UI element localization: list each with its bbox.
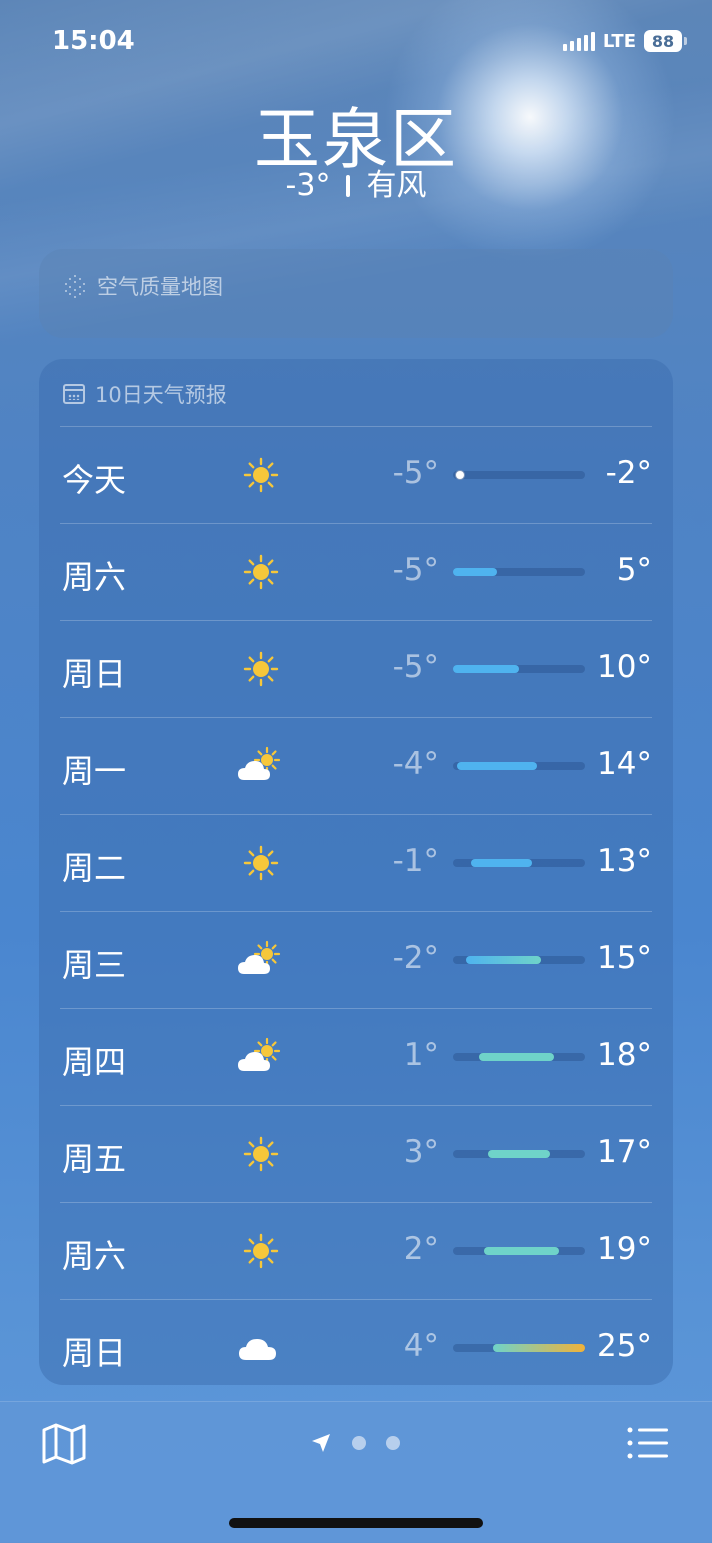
forecast-high: 13° — [597, 843, 652, 879]
forecast-day: 周日 — [62, 1334, 127, 1372]
page-dot[interactable] — [386, 1436, 400, 1450]
home-indicator — [229, 1518, 483, 1528]
temperature-range-bar — [453, 1344, 585, 1352]
temperature-range-fill — [470, 859, 533, 867]
forecast-high: 5° — [616, 552, 652, 588]
forecast-day: 周五 — [62, 1140, 127, 1178]
sunny-icon — [238, 649, 284, 689]
forecast-row[interactable]: 今天 -5° -2° — [60, 426, 652, 523]
temperature-range-bar — [453, 1247, 585, 1255]
temperature-range-fill — [479, 1053, 555, 1061]
forecast-low: 2° — [403, 1231, 439, 1267]
forecast-day: 周四 — [62, 1043, 127, 1081]
forecast-high: 25° — [597, 1328, 652, 1364]
air-quality-map-card[interactable]: 空气质量地图 — [39, 249, 673, 338]
sunny-icon — [238, 1134, 284, 1174]
forecast-row[interactable]: 周日 4° 25° — [60, 1299, 652, 1396]
status-right: LTE 88 — [562, 30, 687, 52]
temperature-range-fill — [453, 568, 497, 576]
temperature-range-bar — [453, 1150, 585, 1158]
forecast-high: 15° — [597, 940, 652, 976]
status-bar: 15:04 LTE 88 — [0, 26, 712, 62]
status-time: 15:04 — [52, 26, 135, 56]
forecast-row[interactable]: 周一 -4° 14° — [60, 717, 652, 814]
temperature-range-fill — [483, 1247, 559, 1255]
cloudy-icon — [236, 1328, 282, 1368]
temperature-range-fill — [488, 1150, 550, 1158]
signal-icon — [562, 31, 595, 51]
forecast-day: 今天 — [62, 461, 127, 499]
page-indicator — [310, 1432, 400, 1454]
forecast-low: 4° — [403, 1328, 439, 1364]
temperature-range-fill — [457, 762, 537, 770]
location-arrow-icon[interactable] — [310, 1432, 332, 1454]
forecast-title: 10日天气预报 — [95, 383, 227, 407]
forecast-high: 19° — [597, 1231, 652, 1267]
forecast-list: 今天 -5° -2° 周六 -5° 5° 周日 -5° 10° 周一 -4° 14° 周二 -1° 13°… — [60, 426, 652, 1396]
forecast-row[interactable]: 周日 -5° 10° — [60, 620, 652, 717]
ten-day-forecast-card[interactable]: 10日天气预报 今天 -5° -2° 周六 -5° 5° 周日 -5° 10° 周一 -4° 14°… — [39, 359, 673, 1385]
battery-icon: 88 — [644, 30, 687, 52]
calendar-icon — [63, 384, 85, 404]
air-quality-header: 空气质量地图 — [63, 271, 223, 301]
current-summary: -3° 有风 — [0, 160, 712, 204]
forecast-high: 18° — [597, 1037, 652, 1073]
forecast-low: -4° — [392, 746, 439, 782]
forecast-low: 1° — [403, 1037, 439, 1073]
forecast-low: -2° — [392, 940, 439, 976]
map-icon[interactable] — [40, 1422, 88, 1466]
partly-cloudy-icon — [236, 746, 282, 786]
temperature-range-fill — [466, 956, 541, 964]
forecast-row[interactable]: 周六 2° 19° — [60, 1202, 652, 1299]
partly-cloudy-icon — [236, 1037, 282, 1077]
forecast-day: 周二 — [62, 849, 127, 887]
temperature-range-fill — [453, 665, 519, 673]
partly-cloudy-icon — [236, 940, 282, 980]
forecast-row[interactable]: 周六 -5° 5° — [60, 523, 652, 620]
forecast-row[interactable]: 周五 3° 17° — [60, 1105, 652, 1202]
temperature-range-bar — [453, 568, 585, 576]
temperature-range-bar — [453, 762, 585, 770]
current-condition: 有风 — [366, 168, 427, 203]
forecast-low: 3° — [403, 1134, 439, 1170]
forecast-high: 14° — [597, 746, 652, 782]
forecast-day: 周六 — [62, 1237, 127, 1275]
forecast-row[interactable]: 周四 1° 18° — [60, 1008, 652, 1105]
list-icon[interactable] — [626, 1424, 670, 1462]
forecast-day: 周一 — [62, 752, 127, 790]
forecast-day: 周六 — [62, 558, 127, 596]
forecast-high: -2° — [605, 455, 652, 491]
page-dot[interactable] — [352, 1436, 366, 1450]
temperature-range-bar — [453, 470, 585, 480]
forecast-day: 周日 — [62, 655, 127, 693]
temperature-range-bar — [453, 859, 585, 867]
forecast-low: -5° — [392, 455, 439, 491]
forecast-high: 10° — [597, 649, 652, 685]
forecast-high: 17° — [597, 1134, 652, 1170]
temperature-range-bar — [453, 665, 585, 673]
sunny-icon — [238, 552, 284, 592]
forecast-low: -5° — [392, 552, 439, 588]
forecast-row[interactable]: 周三 -2° 15° — [60, 911, 652, 1008]
sunny-icon — [238, 843, 284, 883]
current-temperature-marker — [455, 470, 465, 480]
current-temperature: -3° — [285, 168, 331, 203]
forecast-low: -1° — [392, 843, 439, 879]
air-quality-icon — [63, 274, 87, 298]
air-quality-title: 空气质量地图 — [97, 275, 223, 299]
temperature-range-bar — [453, 1053, 585, 1061]
forecast-row[interactable]: 周二 -1° 13° — [60, 814, 652, 911]
bottom-toolbar — [0, 1401, 712, 1543]
separator — [346, 175, 351, 197]
temperature-range-fill — [492, 1344, 585, 1352]
forecast-header: 10日天气预报 — [63, 379, 227, 409]
sunny-icon — [238, 455, 284, 495]
forecast-low: -5° — [392, 649, 439, 685]
temperature-range-bar — [453, 956, 585, 964]
forecast-day: 周三 — [62, 946, 127, 984]
sunny-icon — [238, 1231, 284, 1271]
network-label: LTE — [602, 30, 636, 52]
